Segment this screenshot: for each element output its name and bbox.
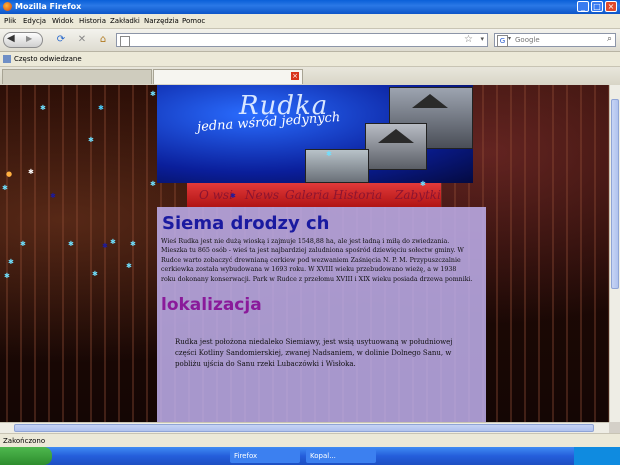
- back-arrow-icon[interactable]: ◀: [7, 33, 15, 44]
- menu-edycja[interactable]: Edycja: [23, 17, 46, 25]
- nav-news[interactable]: News: [245, 188, 279, 202]
- firefox-icon: [3, 2, 12, 11]
- reload-icon[interactable]: ⟳: [54, 32, 68, 48]
- intro-paragraph: Wieś Rudka jest nie dużą wioską i zajmuj…: [161, 238, 473, 283]
- windows-taskbar: Firefox Kopal...: [0, 447, 620, 465]
- taskbar-item-2[interactable]: Kopal...: [306, 449, 376, 463]
- bookmark-czesto-odwiedzane[interactable]: Często odwiedzane: [14, 55, 82, 63]
- url-dropdown-icon[interactable]: ▾: [480, 35, 484, 43]
- taskbar-firefox[interactable]: Firefox: [230, 449, 300, 463]
- village-photo: [305, 149, 369, 183]
- menu-widok[interactable]: Widok: [52, 17, 74, 25]
- tab-close-icon[interactable]: ×: [291, 72, 299, 80]
- window-title: Mozilla Firefox: [15, 2, 82, 11]
- page-icon: [120, 36, 130, 47]
- horizontal-scrollbar[interactable]: [0, 422, 609, 433]
- url-bar[interactable]: ☆ ▾: [116, 33, 488, 47]
- nav-zabytki[interactable]: Zabytki: [395, 188, 441, 202]
- nav-o-wsi[interactable]: O wsi: [199, 188, 233, 202]
- menu-historia[interactable]: Historia: [79, 17, 106, 25]
- search-magnifier-icon[interactable]: ⌕: [607, 34, 612, 44]
- search-engine-icon[interactable]: G: [497, 35, 508, 47]
- welcome-heading: Siema drodzy ch: [162, 213, 330, 234]
- bookmarks-toolbar: Często odwiedzane: [0, 52, 620, 67]
- location-heading: lokalizacja: [161, 295, 262, 315]
- menu-bar: Plik Edycja Widok Historia Zakładki Narz…: [0, 14, 620, 29]
- search-input[interactable]: [515, 35, 595, 45]
- site-navigation: O wsi News Galeria Historia Zabytki: [187, 183, 441, 207]
- vertical-scrollbar[interactable]: [609, 85, 620, 422]
- tab-2[interactable]: ×: [153, 69, 303, 84]
- nav-galeria[interactable]: Galeria: [285, 188, 329, 202]
- back-forward-group: ◀ ▶: [3, 32, 43, 48]
- search-engine-dropdown-icon[interactable]: ▾: [508, 35, 511, 42]
- horizontal-scroll-thumb[interactable]: [14, 424, 594, 432]
- maximize-button[interactable]: □: [591, 1, 603, 12]
- tab-1[interactable]: [2, 69, 152, 84]
- menu-narzedzia[interactable]: Narzędzia: [144, 17, 179, 25]
- vertical-scroll-thumb[interactable]: [611, 99, 619, 289]
- navigation-toolbar: ◀ ▶ ⟳ ✕ ⌂ ☆ ▾ G ▾ ⌕: [0, 29, 620, 52]
- tab-bar: ×: [0, 67, 620, 86]
- window-titlebar: Mozilla Firefox _ □ ×: [0, 0, 620, 14]
- site-banner: Rudka jedna wśród jedynych: [157, 85, 473, 183]
- start-button[interactable]: [0, 447, 52, 465]
- forward-arrow-icon[interactable]: ▶: [26, 34, 32, 43]
- church-photo-2: [365, 123, 427, 170]
- nav-historia[interactable]: Historia: [333, 188, 382, 202]
- content-panel: Siema drodzy ch Wieś Rudka jest nie dużą…: [157, 207, 486, 422]
- home-icon[interactable]: ⌂: [96, 32, 110, 48]
- search-box[interactable]: G ▾ ⌕: [494, 33, 616, 47]
- menu-pomoc[interactable]: Pomoc: [182, 17, 205, 25]
- bookmark-star-icon[interactable]: ☆: [464, 34, 473, 45]
- stop-icon[interactable]: ✕: [75, 32, 89, 48]
- location-paragraph: Rudka jest położona niedaleko Siemiawy, …: [175, 338, 453, 368]
- menu-zakladki[interactable]: Zakładki: [110, 17, 140, 25]
- system-tray: [574, 447, 620, 465]
- bookmark-folder-icon: [3, 55, 11, 63]
- minimize-button[interactable]: _: [577, 1, 589, 12]
- menu-plik[interactable]: Plik: [4, 17, 16, 25]
- status-bar: Zakończono: [0, 433, 620, 448]
- status-text: Zakończono: [3, 437, 46, 445]
- close-button[interactable]: ×: [605, 1, 617, 12]
